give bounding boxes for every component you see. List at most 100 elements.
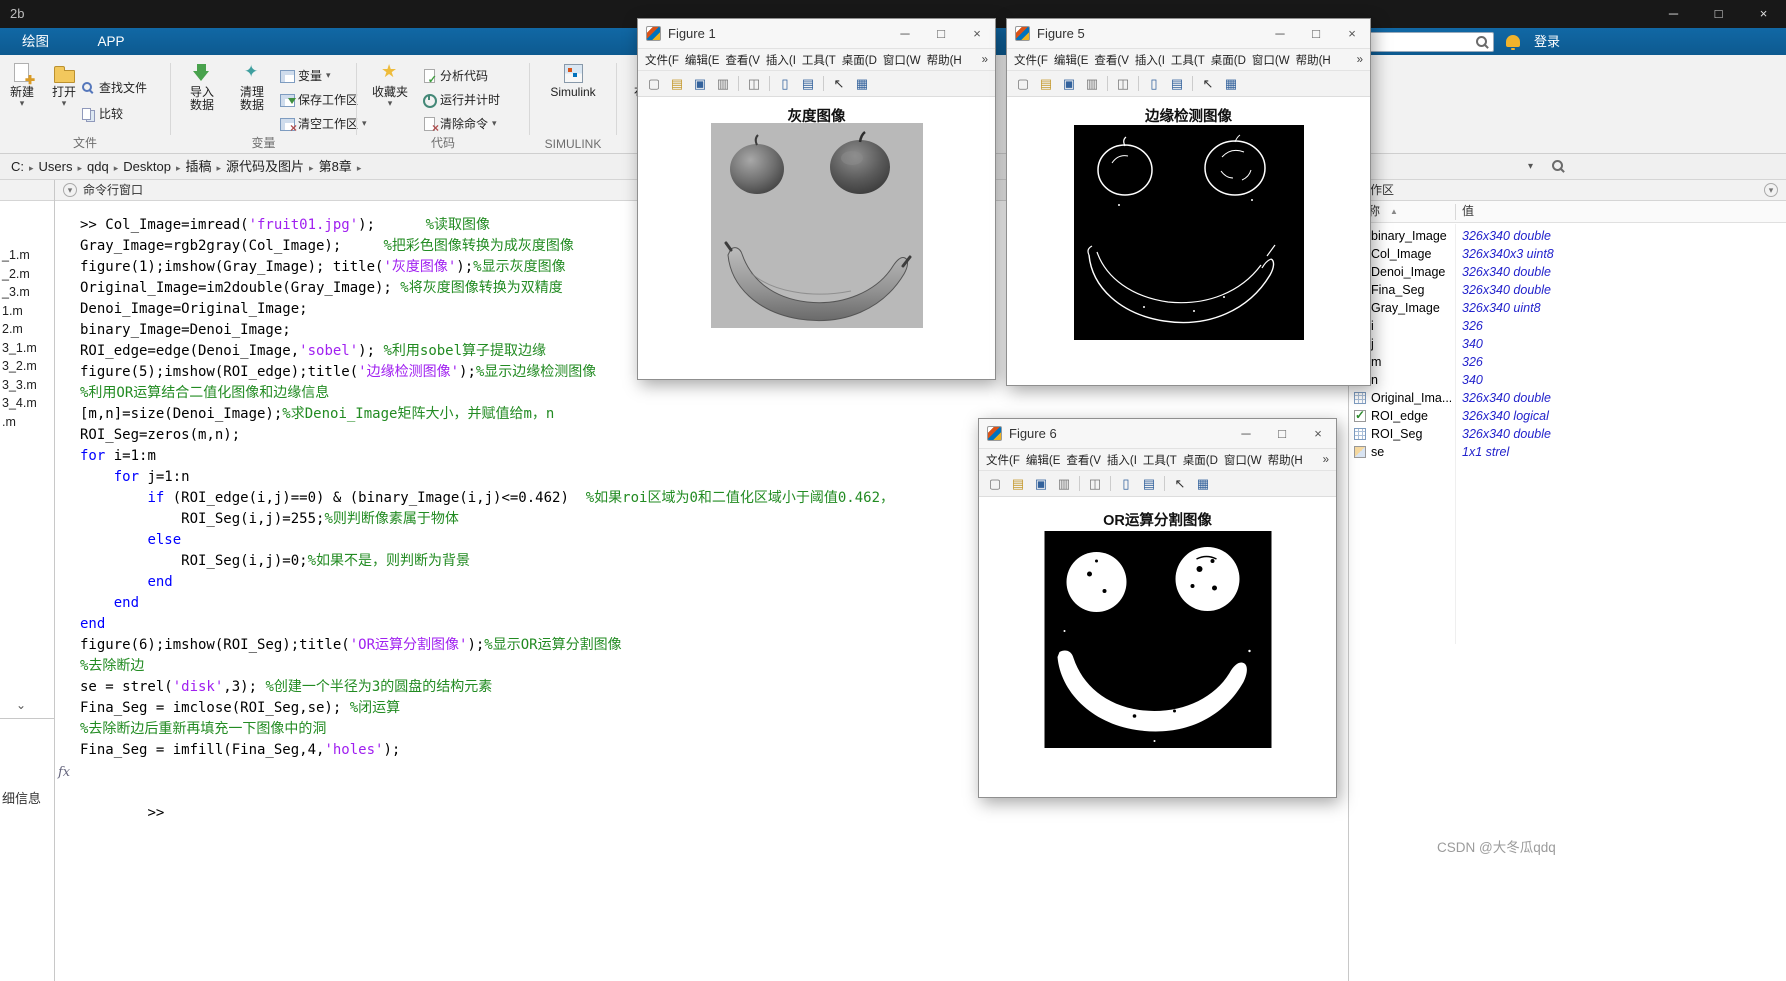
file-item[interactable]: _2.m (0, 265, 54, 284)
menu-item[interactable]: 查看(V (1091, 52, 1132, 68)
file-item[interactable]: 3_2.m (0, 357, 54, 376)
tab-plot[interactable]: 绘图 (0, 28, 71, 55)
file-item[interactable]: 3_1.m (0, 339, 54, 358)
new-doc-icon[interactable] (987, 475, 1003, 493)
figure-window-5[interactable]: Figure 5 ─ □ × 文件(F 编辑(E 查看(V 插入(I 工具(T 桌面(D 窗… (1006, 18, 1371, 386)
breadcrumb-item[interactable]: 插稿 (182, 159, 214, 174)
close-button[interactable]: × (1334, 19, 1370, 49)
save-icon[interactable] (1033, 475, 1049, 493)
menu-item[interactable]: 窗口(W (1221, 452, 1265, 468)
workspace-column-header[interactable]: 名称 ▲ 值 (1350, 201, 1786, 223)
menu-item[interactable]: 编辑(E (1051, 52, 1092, 68)
file-item[interactable]: 1.m (0, 302, 54, 321)
figure-titlebar[interactable]: Figure 5 ─ □ × (1007, 19, 1370, 49)
menu-overflow-icon[interactable]: » (1320, 454, 1332, 466)
notification-bell-icon[interactable] (1506, 35, 1520, 50)
minimize-button[interactable]: ─ (1651, 0, 1696, 28)
save-workspace-button[interactable]: 保存工作区 (279, 89, 358, 109)
open-icon[interactable] (669, 75, 685, 93)
tab-app[interactable]: APP (75, 28, 146, 55)
column-header-value[interactable]: 值 (1462, 201, 1474, 222)
close-button[interactable]: × (959, 19, 995, 49)
databrush-icon[interactable] (1195, 475, 1211, 493)
figure-window-1[interactable]: Figure 1 ─ □ × 文件(F 编辑(E 查看(V 插入(I 工具(T 桌面(D 窗… (637, 18, 996, 380)
snapshot-icon[interactable] (1115, 75, 1131, 93)
legend-icon[interactable] (800, 75, 816, 93)
colorbar-icon[interactable] (1118, 475, 1134, 493)
panel-menu-icon[interactable] (63, 183, 77, 197)
menu-item[interactable]: 查看(V (1063, 452, 1104, 468)
menu-item[interactable]: 插入(I (763, 52, 799, 68)
menu-item[interactable]: 桌面(D (1208, 52, 1249, 68)
breadcrumb-item[interactable]: Users (36, 159, 76, 174)
menu-item[interactable]: 文件(F (1011, 52, 1051, 68)
breadcrumb-item[interactable]: 源代码及图片 (223, 159, 307, 174)
address-dropdown-icon[interactable]: ▾ (1528, 154, 1533, 179)
open-button[interactable]: 打开 ▾ (44, 62, 84, 108)
menu-item[interactable]: 桌面(D (1180, 452, 1221, 468)
pointer-icon[interactable] (831, 75, 847, 93)
clear-commands-button[interactable]: 清除命令 ▾ (421, 113, 497, 135)
file-item[interactable]: 3_3.m (0, 376, 54, 395)
new-doc-icon[interactable] (1015, 75, 1031, 93)
menu-item[interactable]: 插入(I (1132, 52, 1168, 68)
file-item[interactable]: 2.m (0, 320, 54, 339)
workspace-row[interactable]: m 326 (1350, 353, 1786, 371)
maximize-button[interactable]: □ (1696, 0, 1741, 28)
find-files-button[interactable]: 查找文件 (80, 77, 147, 97)
breadcrumb-item[interactable]: 第8章 (316, 159, 355, 174)
clear-workspace-button[interactable]: 清空工作区 ▾ (279, 113, 367, 135)
menu-item[interactable]: 工具(T (1168, 52, 1208, 68)
menu-overflow-icon[interactable]: » (979, 54, 991, 66)
panel-menu-icon[interactable] (1764, 183, 1778, 197)
menu-item[interactable]: 窗口(W (1249, 52, 1293, 68)
pointer-icon[interactable] (1200, 75, 1216, 93)
workspace-row[interactable]: Denoi_Image 326x340 double (1350, 263, 1786, 281)
file-item[interactable]: .m (0, 413, 54, 432)
open-icon[interactable] (1038, 75, 1054, 93)
workspace-row[interactable]: Original_Ima... 326x340 double (1350, 389, 1786, 407)
menu-item[interactable]: 窗口(W (880, 52, 924, 68)
breadcrumb-item[interactable]: Desktop (120, 159, 174, 174)
compare-button[interactable]: 比较 (80, 103, 123, 123)
colorbar-icon[interactable] (777, 75, 793, 93)
menu-item[interactable]: 帮助(H (1293, 52, 1334, 68)
file-item[interactable]: _1.m (0, 246, 54, 265)
menu-item[interactable]: 帮助(H (1265, 452, 1306, 468)
workspace-row[interactable]: se 1x1 strel (1350, 443, 1786, 461)
menu-item[interactable]: 查看(V (722, 52, 763, 68)
breadcrumb-item[interactable]: C: (8, 159, 27, 174)
login-link[interactable]: 登录 (1534, 28, 1560, 55)
menu-item[interactable]: 工具(T (1140, 452, 1180, 468)
workspace-row[interactable]: Gray_Image 326x340 uint8 (1350, 299, 1786, 317)
minimize-button[interactable]: ─ (887, 19, 923, 49)
snapshot-icon[interactable] (1087, 475, 1103, 493)
menu-item[interactable]: 桌面(D (839, 52, 880, 68)
close-button[interactable]: × (1300, 419, 1336, 449)
workspace-row[interactable]: ROI_Seg 326x340 double (1350, 425, 1786, 443)
workspace-row[interactable]: Fina_Seg 326x340 double (1350, 281, 1786, 299)
save-icon[interactable] (692, 75, 708, 93)
minimize-button[interactable]: ─ (1262, 19, 1298, 49)
new-button[interactable]: 新建 ▾ (2, 62, 42, 108)
breadcrumb-item[interactable]: qdq (84, 159, 112, 174)
clean-data-button[interactable]: 清理数据 (229, 62, 275, 112)
import-data-button[interactable]: 导入数据 (179, 62, 225, 112)
pointer-icon[interactable] (1172, 475, 1188, 493)
workspace-row[interactable]: j 340 (1350, 335, 1786, 353)
menu-item[interactable]: 帮助(H (924, 52, 965, 68)
maximize-button[interactable]: □ (923, 19, 959, 49)
open-icon[interactable] (1010, 475, 1026, 493)
legend-icon[interactable] (1141, 475, 1157, 493)
print-icon[interactable] (1084, 75, 1100, 93)
figure-titlebar[interactable]: Figure 1 ─ □ × (638, 19, 995, 49)
legend-icon[interactable] (1169, 75, 1185, 93)
colorbar-icon[interactable] (1146, 75, 1162, 93)
figure-titlebar[interactable]: Figure 6 ─ □ × (979, 419, 1336, 449)
new-doc-icon[interactable] (646, 75, 662, 93)
address-search-icon[interactable] (1551, 159, 1566, 174)
file-item[interactable]: 3_4.m (0, 394, 54, 413)
snapshot-icon[interactable] (746, 75, 762, 93)
databrush-icon[interactable] (1223, 75, 1239, 93)
column-divider[interactable] (1455, 204, 1456, 220)
